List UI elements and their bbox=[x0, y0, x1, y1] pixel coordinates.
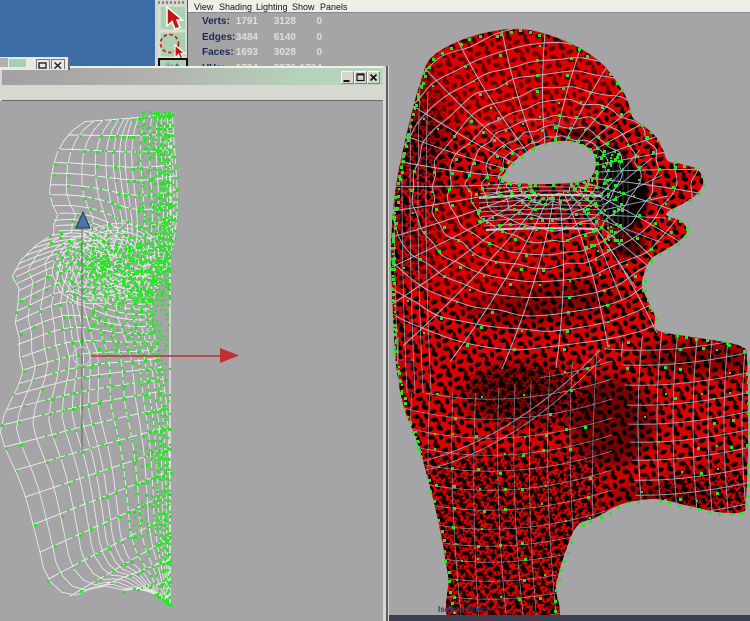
svg-text:z: z bbox=[407, 357, 411, 366]
